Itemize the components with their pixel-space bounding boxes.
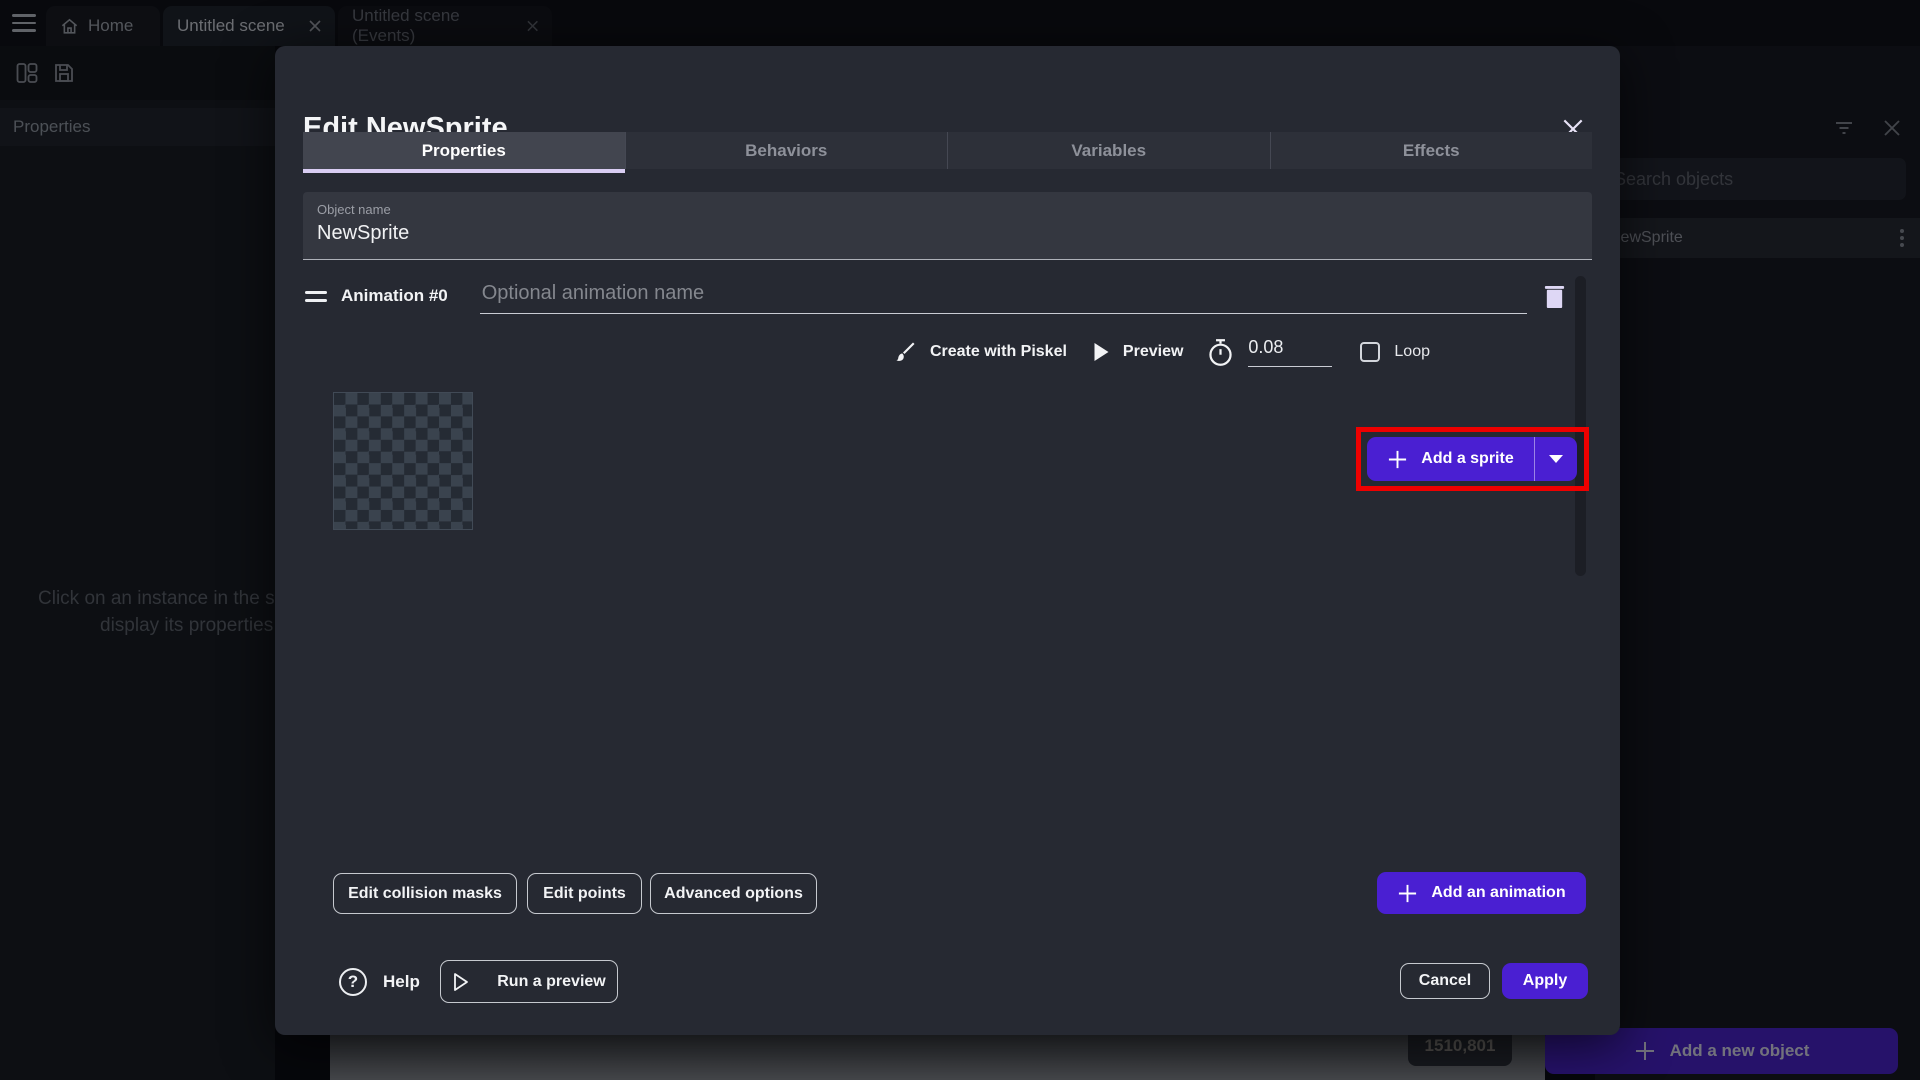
tab-properties[interactable]: Properties (303, 132, 626, 169)
help-label: Help (383, 972, 420, 992)
chevron-down-icon (1549, 455, 1563, 463)
add-sprite-main[interactable]: Add a sprite (1367, 437, 1535, 481)
play-icon (1093, 342, 1110, 362)
plus-icon (1397, 883, 1418, 904)
apply-label: Apply (1523, 972, 1567, 990)
object-name-field: Object name (303, 192, 1592, 260)
dialog-tab-bar: Properties Behaviors Variables Effects (303, 132, 1592, 169)
preview-animation-button[interactable]: Preview (1093, 342, 1183, 362)
cancel-button[interactable]: Cancel (1400, 963, 1490, 999)
run-a-preview-button[interactable]: Run a preview (440, 960, 618, 1003)
advanced-options-button[interactable]: Advanced options (650, 873, 817, 914)
add-an-animation-button[interactable]: Add an animation (1377, 872, 1586, 914)
animation-row: Animation #0 (303, 278, 1592, 314)
timer-icon (1207, 338, 1234, 367)
animation-label: Animation #0 (341, 286, 448, 306)
run-a-preview-label: Run a preview (497, 973, 605, 991)
loop-label: Loop (1394, 343, 1430, 361)
help-button[interactable]: ? Help (339, 962, 420, 1002)
animation-tools-row: Create with Piskel Preview Loop (893, 330, 1430, 374)
empty-sprite-thumbnail[interactable] (333, 392, 473, 530)
tab-variables[interactable]: Variables (948, 132, 1271, 169)
add-sprite-button[interactable]: Add a sprite (1367, 437, 1577, 481)
create-with-piskel-label: Create with Piskel (930, 343, 1067, 361)
tab-effects[interactable]: Effects (1271, 132, 1593, 169)
create-with-piskel-button[interactable]: Create with Piskel (893, 340, 1067, 364)
object-name-input[interactable] (317, 222, 1567, 245)
edit-collision-masks-button[interactable]: Edit collision masks (333, 873, 517, 914)
add-sprite-dropdown[interactable] (1535, 437, 1577, 481)
loop-checkbox[interactable] (1360, 342, 1380, 362)
play-outline-icon (452, 972, 470, 992)
plus-icon (1387, 449, 1408, 470)
edit-object-dialog: Edit NewSprite Properties Behaviors Vari… (275, 46, 1620, 1035)
edit-points-button[interactable]: Edit points (527, 873, 642, 914)
drag-handle-icon[interactable] (305, 286, 327, 307)
preview-label: Preview (1123, 343, 1183, 361)
object-name-label: Object name (317, 202, 391, 217)
apply-button[interactable]: Apply (1502, 963, 1588, 999)
question-mark-icon: ? (339, 968, 367, 996)
animation-name-input[interactable] (480, 278, 1527, 314)
add-sprite-label: Add a sprite (1421, 450, 1513, 468)
time-between-frames-input[interactable] (1248, 337, 1332, 367)
dialog-scrollbar[interactable] (1575, 276, 1586, 576)
delete-animation-icon[interactable] (1543, 283, 1566, 310)
brush-icon (893, 340, 917, 364)
tab-behaviors[interactable]: Behaviors (626, 132, 949, 169)
add-an-animation-label: Add an animation (1431, 884, 1565, 902)
